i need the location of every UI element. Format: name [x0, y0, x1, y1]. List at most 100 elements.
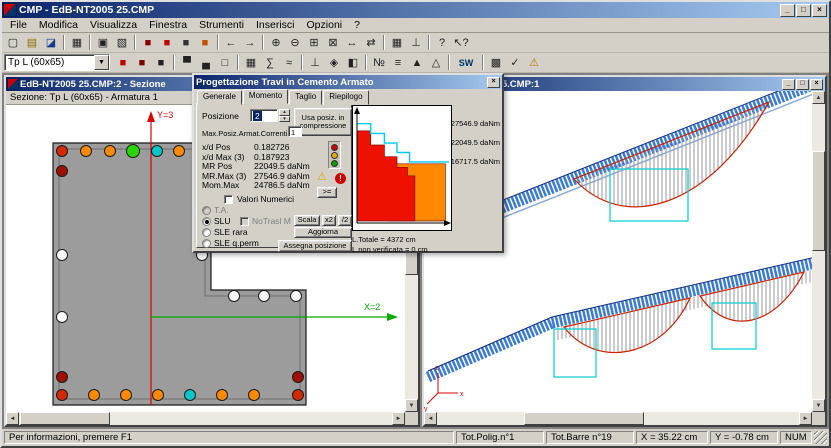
scala-button[interactable]: Scala: [294, 215, 320, 226]
maximize-button[interactable]: □: [796, 4, 811, 17]
render-icon[interactable]: ◧: [344, 54, 362, 71]
scrollbar-thumb[interactable]: [524, 412, 644, 425]
scroll-up-icon[interactable]: ▲: [812, 91, 825, 104]
model-vertical-scrollbar[interactable]: ▲ ▼: [812, 91, 825, 412]
spin-down-icon[interactable]: ▼: [279, 116, 290, 123]
sw-tool-icon[interactable]: SW: [453, 54, 479, 71]
model-maximize-button[interactable]: □: [796, 79, 809, 90]
paste-icon[interactable]: ▧: [113, 34, 131, 51]
menu-visualizza[interactable]: Visualizza: [84, 18, 143, 32]
menu-file[interactable]: File: [4, 18, 33, 32]
beam-numbers-icon[interactable]: ≡: [389, 54, 407, 71]
menu-finestra[interactable]: Finestra: [143, 18, 193, 32]
open-file-icon[interactable]: ▤: [23, 34, 41, 51]
sections-view-icon[interactable]: ■: [139, 34, 157, 51]
moment-diagram-icon[interactable]: ≈: [280, 54, 298, 71]
menu-help[interactable]: ?: [348, 18, 366, 32]
scroll-right-icon[interactable]: ►: [799, 412, 812, 425]
edit-section-icon[interactable]: ■: [133, 54, 151, 71]
section-type-combo[interactable]: Tp L (60x65) ▼: [4, 54, 110, 71]
scroll-left-icon[interactable]: ◄: [6, 412, 19, 425]
axes-icon[interactable]: ⊥: [407, 34, 425, 51]
rebar-bar: [57, 372, 68, 383]
zoom-out-icon[interactable]: ⊖: [286, 34, 304, 51]
pan-icon[interactable]: ↔: [343, 34, 361, 51]
scroll-down-icon[interactable]: ▼: [812, 399, 825, 412]
print-icon[interactable]: ▦: [68, 34, 86, 51]
app-icon: [4, 4, 16, 16]
scale-div2-button[interactable]: /2: [338, 215, 352, 226]
mesh-icon[interactable]: ▩: [487, 54, 505, 71]
ta-radio[interactable]: [202, 206, 211, 215]
model-horizontal-scrollbar[interactable]: ◄ ►: [424, 412, 812, 425]
warnings-icon[interactable]: ⚠: [525, 54, 543, 71]
loads-view-icon[interactable]: ■: [177, 34, 195, 51]
greater-equal-button[interactable]: >=: [317, 187, 337, 198]
rebar-table-icon[interactable]: ▦: [242, 54, 260, 71]
model-minimize-button[interactable]: _: [782, 79, 795, 90]
scrollbar-thumb[interactable]: [812, 151, 825, 251]
sum-areas-icon[interactable]: ∑: [261, 54, 279, 71]
rebar-top-icon[interactable]: ▀: [178, 54, 196, 71]
node-numbers-icon[interactable]: №: [370, 54, 388, 71]
context-help-icon[interactable]: ↖?: [452, 34, 470, 51]
posizione-spinner[interactable]: ▲ ▼: [279, 109, 290, 122]
resize-grip[interactable]: [814, 431, 827, 444]
tab-riepilogo[interactable]: Riepilogo: [323, 90, 368, 105]
valori-numerici-checkbox[interactable]: [224, 195, 233, 204]
results-view-icon[interactable]: ■: [196, 34, 214, 51]
combo-dropdown-icon[interactable]: ▼: [94, 55, 109, 70]
rebar-bar: [174, 146, 185, 157]
aggiorna-button[interactable]: Aggiorna: [294, 227, 352, 238]
model-close-button[interactable]: ×: [810, 79, 823, 90]
menu-strumenti[interactable]: Strumenti: [193, 18, 250, 32]
redo-icon[interactable]: →: [241, 34, 259, 51]
tab-taglio[interactable]: Taglio: [289, 90, 322, 105]
copy-icon[interactable]: ▣: [94, 34, 112, 51]
redraw-icon[interactable]: ⇄: [362, 34, 380, 51]
zoom-in-icon[interactable]: ⊕: [267, 34, 285, 51]
constraints-icon[interactable]: ▲: [408, 54, 426, 71]
view-3d-icon[interactable]: ◈: [325, 54, 343, 71]
sle-rara-radio[interactable]: [202, 228, 211, 237]
zoom-extents-icon[interactable]: ⊠: [324, 34, 342, 51]
tab-generale[interactable]: Generale: [197, 90, 242, 105]
usa-posizione-button[interactable]: Usa posiz. in compressione: [294, 108, 352, 136]
zoom-window-icon[interactable]: ⊞: [305, 34, 323, 51]
close-button[interactable]: ×: [812, 4, 827, 17]
assegna-posizione-button[interactable]: Assegna posizione: [278, 240, 352, 252]
slu-radio[interactable]: [202, 217, 211, 226]
delete-section-icon[interactable]: ■: [152, 54, 170, 71]
dialog-titlebar[interactable]: Progettazione Travi in Cemento Armato ×: [194, 75, 502, 89]
stirrup-icon[interactable]: □: [216, 54, 234, 71]
sle-qperm-radio[interactable]: [202, 239, 211, 248]
tab-momento[interactable]: Momento: [243, 89, 288, 104]
save-file-icon[interactable]: ◪: [42, 34, 60, 51]
scrollbar-thumb[interactable]: [20, 412, 110, 425]
verify-icon[interactable]: ✓: [506, 54, 524, 71]
menu-modifica[interactable]: Modifica: [33, 18, 84, 32]
notrasl-checkbox[interactable]: [240, 217, 249, 226]
rebar-bottom-icon[interactable]: ▄: [197, 54, 215, 71]
help-icon[interactable]: ?: [433, 34, 451, 51]
scroll-right-icon[interactable]: ►: [392, 412, 405, 425]
rebar-bar: [127, 145, 140, 158]
title-bar[interactable]: CMP - EdB-NT2005 25.CMP _ □ ×: [2, 2, 829, 18]
scroll-down-icon[interactable]: ▼: [405, 399, 418, 412]
releases-icon[interactable]: △: [427, 54, 445, 71]
assign-section-icon[interactable]: ■: [114, 54, 132, 71]
local-axes-icon[interactable]: ⊥: [306, 54, 324, 71]
scale-x2-button[interactable]: x2: [322, 215, 336, 226]
menu-inserisci[interactable]: Inserisci: [250, 18, 301, 32]
new-file-icon[interactable]: ▢: [4, 34, 22, 51]
materials-view-icon[interactable]: ■: [158, 34, 176, 51]
max-posiz-input[interactable]: 1: [288, 126, 302, 137]
section-horizontal-scrollbar[interactable]: ◄ ►: [6, 412, 405, 425]
scroll-left-icon[interactable]: ◄: [424, 412, 437, 425]
dialog-close-button[interactable]: ×: [487, 77, 500, 88]
menu-opzioni[interactable]: Opzioni: [301, 18, 349, 32]
grid-icon[interactable]: ▦: [388, 34, 406, 51]
undo-icon[interactable]: ←: [222, 34, 240, 51]
posizione-input[interactable]: 2: [250, 109, 278, 122]
minimize-button[interactable]: _: [780, 4, 795, 17]
